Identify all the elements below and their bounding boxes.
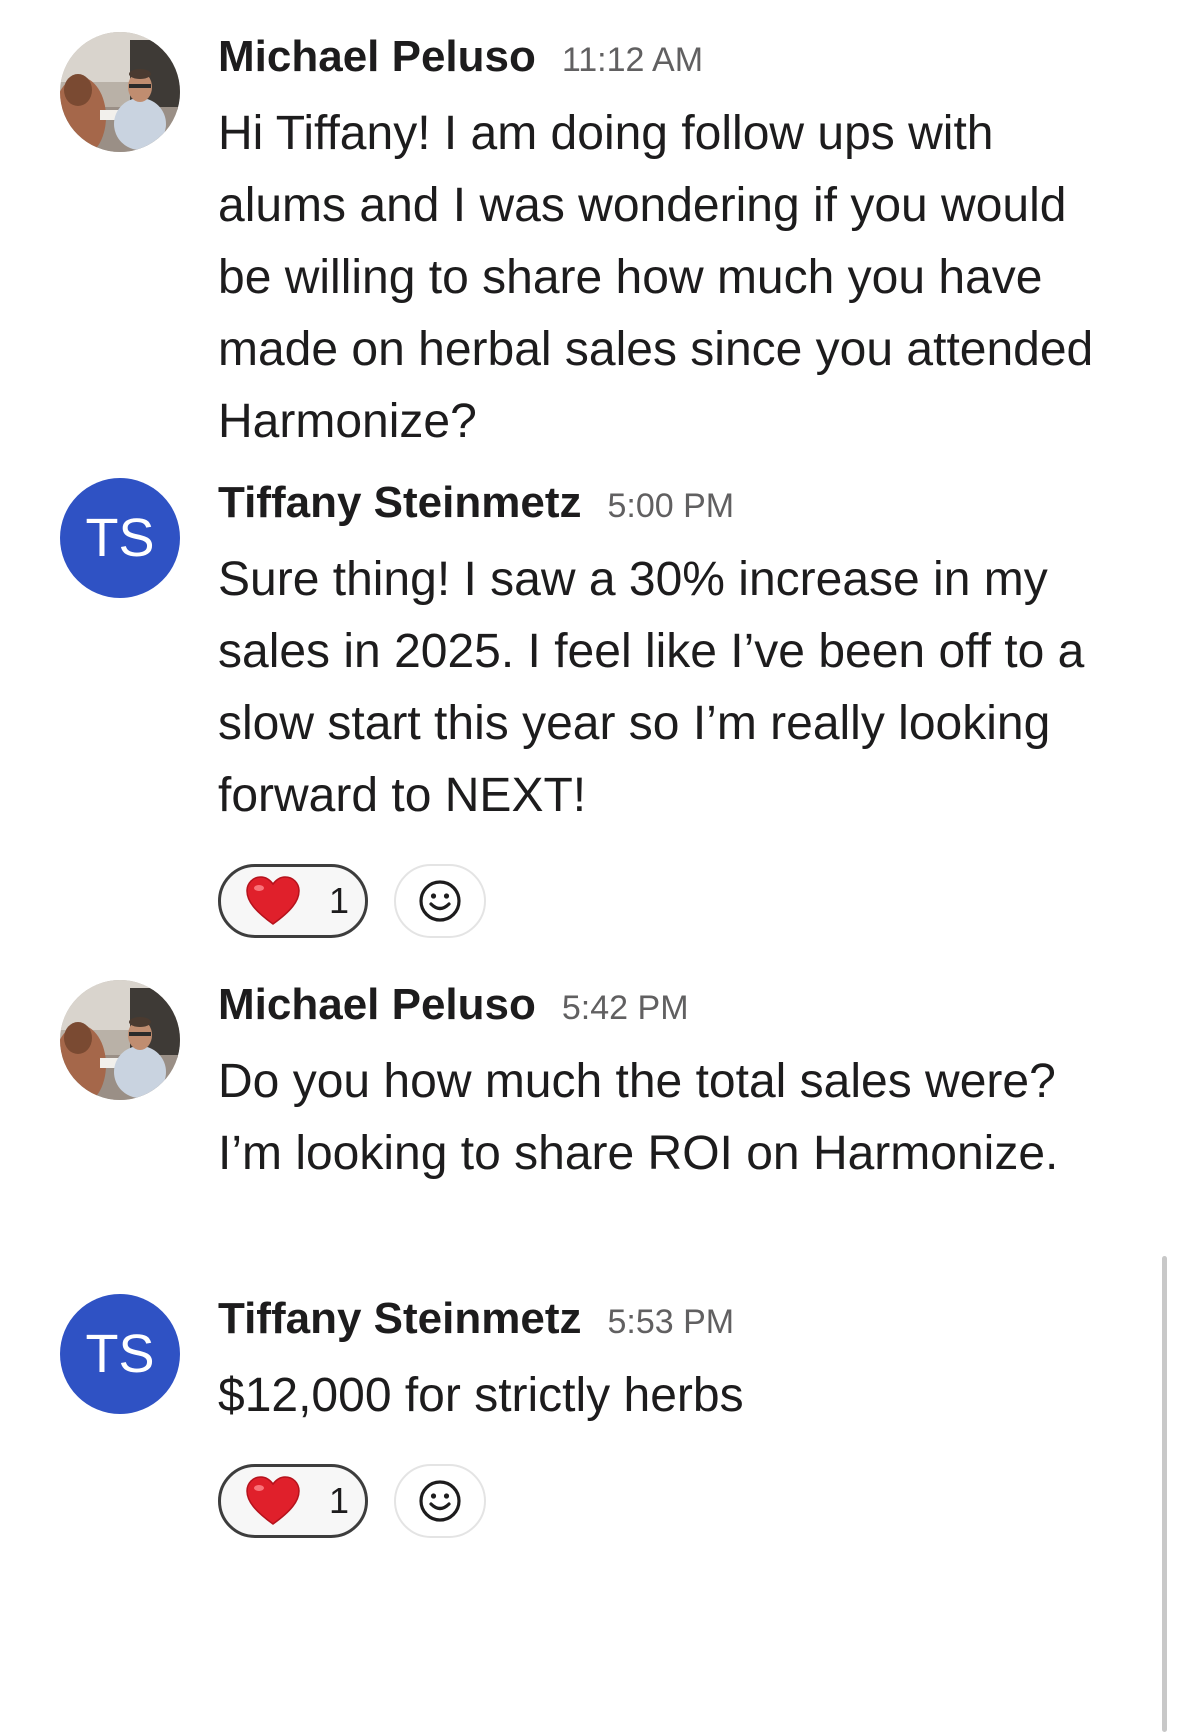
avatar-photo-image — [60, 980, 180, 1100]
author-name[interactable]: Tiffany Steinmetz — [218, 478, 581, 528]
author-name[interactable]: Michael Peluso — [218, 980, 536, 1030]
avatar-initials: TS — [85, 508, 155, 568]
avatar[interactable]: TS — [60, 478, 180, 598]
reactions-bar: 1 — [218, 1464, 1098, 1538]
author-name[interactable]: Michael Peluso — [218, 32, 536, 82]
message-content: Michael Peluso 11:12 AM Hi Tiffany! I am… — [218, 32, 1098, 458]
timestamp[interactable]: 5:42 PM — [562, 989, 689, 1028]
avatar-photo-image — [60, 32, 180, 152]
reactions-bar: 1 — [218, 864, 1098, 938]
avatar-initials: TS — [85, 1324, 155, 1384]
avatar[interactable] — [60, 980, 180, 1100]
message-content: Tiffany Steinmetz 5:00 PM Sure thing! I … — [218, 478, 1098, 938]
timestamp[interactable]: 5:53 PM — [607, 1303, 734, 1342]
message-text: Hi Tiffany! I am doing follow ups with a… — [218, 107, 1094, 448]
timestamp[interactable]: 5:00 PM — [607, 487, 734, 526]
author-name[interactable]: Tiffany Steinmetz — [218, 1294, 581, 1344]
message-text: Do you how much the total sales were? I’… — [218, 1055, 1059, 1180]
avatar[interactable]: TS — [60, 1294, 180, 1414]
scrollbar[interactable] — [1162, 1256, 1167, 1732]
message-header: Tiffany Steinmetz 5:00 PM — [218, 478, 1098, 542]
message-content: Michael Peluso 5:42 PM Do you how much t… — [218, 980, 1098, 1190]
heart-icon — [245, 1475, 301, 1527]
message-header: Michael Peluso 5:42 PM — [218, 980, 1098, 1044]
message-header: Michael Peluso 11:12 AM — [218, 32, 1098, 96]
heart-reaction-button[interactable]: 1 — [218, 1464, 368, 1538]
message-header: Tiffany Steinmetz 5:53 PM — [218, 1294, 1098, 1358]
smiley-icon — [417, 1478, 463, 1524]
heart-icon — [245, 875, 301, 927]
timestamp[interactable]: 11:12 AM — [562, 41, 703, 80]
reaction-count: 1 — [329, 1480, 350, 1521]
message-text: $12,000 for strictly herbs — [218, 1369, 744, 1422]
message-content: Tiffany Steinmetz 5:53 PM $12,000 for st… — [218, 1294, 1098, 1538]
avatar[interactable] — [60, 32, 180, 152]
message-feed: Michael Peluso 11:12 AM Hi Tiffany! I am… — [0, 0, 1179, 1732]
add-reaction-button[interactable] — [394, 864, 486, 938]
smiley-icon — [417, 878, 463, 924]
reaction-count: 1 — [329, 880, 350, 921]
add-reaction-button[interactable] — [394, 1464, 486, 1538]
heart-reaction-button[interactable]: 1 — [218, 864, 368, 938]
message-text: Sure thing! I saw a 30% increase in my s… — [218, 553, 1085, 822]
